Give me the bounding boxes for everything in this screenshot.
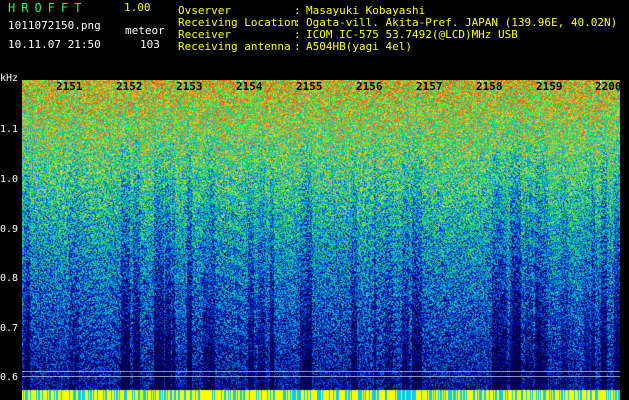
freq-tick-label: 1.1	[0, 124, 19, 135]
header-panel: HROFFT 1.00 1011072150.png 10.11.07 21:5…	[0, 0, 629, 80]
freq-tick-label: 0.9	[0, 224, 19, 235]
time-tick-label: 2159	[536, 80, 563, 93]
time-tick-label: 2157	[416, 80, 443, 93]
time-tick-label: 2154	[236, 80, 263, 93]
time-tick-label: 2152	[116, 80, 143, 93]
freq-tick-label: 1.0	[0, 174, 19, 185]
freq-tick-label: 0.6	[0, 372, 19, 383]
spectrogram-view	[22, 80, 620, 400]
time-tick-label: 2155	[296, 80, 323, 93]
spectrogram-canvas	[22, 80, 620, 400]
freq-tick-label: 0.8	[0, 273, 19, 284]
event-count-label: 103	[140, 38, 160, 51]
time-tick-label: 2153	[176, 80, 203, 93]
datetime-label: 10.11.07 21:50	[8, 38, 101, 51]
frequency-axis: kHz 1.1 1.0 0.9 0.8 0.7 0.6	[0, 73, 22, 400]
time-tick-label: 2156	[356, 80, 383, 93]
right-border	[620, 80, 629, 400]
app-title: HROFFT	[8, 1, 88, 15]
time-tick-label: 2200	[595, 80, 622, 93]
frequency-unit-label: kHz	[0, 73, 19, 84]
antenna-label: Receiving antenna	[178, 40, 291, 53]
reference-line	[22, 376, 620, 377]
time-tick-label: 2151	[56, 80, 83, 93]
antenna-value: A504HB(yagi 4el)	[306, 40, 412, 53]
app-version: 1.00	[124, 1, 151, 14]
freq-tick-label: 0.7	[0, 323, 19, 334]
filename-label: 1011072150.png	[8, 19, 101, 32]
time-tick-label: 2158	[476, 80, 503, 93]
reference-line	[22, 371, 620, 372]
colon: :	[294, 40, 301, 53]
event-type-label: meteor	[125, 24, 165, 37]
